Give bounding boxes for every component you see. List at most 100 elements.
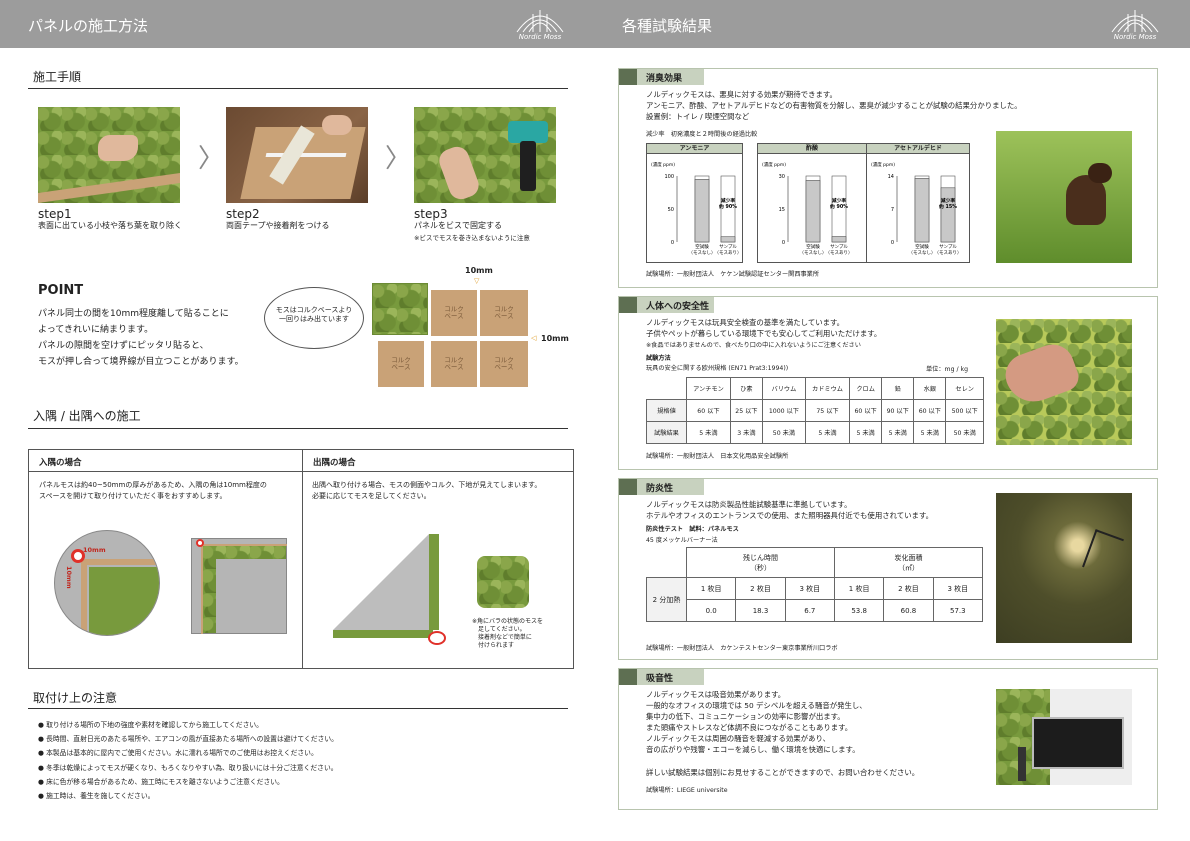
panel-tab-fire: 防炎性 xyxy=(619,479,704,495)
table-cell: 5 未満 xyxy=(849,421,883,444)
safety-text: ノルディックモスは玩具安全検査の基準を満たしています。 xyxy=(646,318,845,327)
chart-bar xyxy=(914,178,930,243)
step3-photo xyxy=(414,107,556,203)
col-header: クロム xyxy=(849,377,883,400)
sound-text: 集中力の低下、コミュニケーションの効率に影響が出ます。 xyxy=(646,712,845,721)
panel-tab-safety: 人体への安全性 xyxy=(619,297,714,313)
chart-tick-label: 7 xyxy=(891,207,894,213)
dim-label-h: 10mm xyxy=(83,546,106,554)
chart-category-label: （モスなし） xyxy=(800,249,827,256)
chart-category-label: サンプル xyxy=(830,244,848,250)
chart-tick-label: 0 xyxy=(671,240,674,246)
chart-ylabel: (濃度 ppm) xyxy=(651,161,675,168)
step1-photo xyxy=(38,107,180,203)
chart-bar xyxy=(694,178,710,243)
logo-text: Nordic Moss xyxy=(518,33,562,41)
speech-bubble: モスはコルクベースより 一回りはみ出ています xyxy=(264,287,364,349)
chevron-right-icon: 〉 xyxy=(198,144,225,174)
col-header: 炭化面積 （㎡） xyxy=(833,547,984,578)
table-cell: 90 以下 xyxy=(881,399,915,422)
deodor-text: ノルディックモスは、悪臭に対する効果が期待できます。 xyxy=(646,90,837,99)
cork-base: コルク ベース xyxy=(431,341,477,387)
table-cell: 5 未満 xyxy=(881,421,915,444)
caution-item: 床に色が移る場合があるため、施工時にモスを離さないようご注意ください。 xyxy=(38,775,338,789)
cork-base: コルク ベース xyxy=(431,290,477,336)
chart-bar xyxy=(831,236,847,243)
sound-text: ノルディックモスは吸音効果があります。 xyxy=(646,690,786,699)
table-cell: 60 以下 xyxy=(913,399,947,422)
dim-label-v: 10mm xyxy=(65,566,73,589)
col-header: 残じん時間 （秒） xyxy=(686,547,835,578)
point-line: パネル同士の間を10mm程度離して貼ることに xyxy=(38,309,229,319)
sub-header: 2 枚目 xyxy=(883,577,934,600)
outer-corner-note: ※角にバラの状態のモスを 足してください。 接着剤などで簡単に 付けられます xyxy=(472,618,544,650)
cork-base: コルク ベース xyxy=(480,341,528,387)
table-cell: 500 以下 xyxy=(945,399,984,422)
divider xyxy=(28,428,568,429)
fire-panel: 防炎性 ノルディックモスは防炎製品性能試験基準に準拠しています。 ホテルやオフィ… xyxy=(618,478,1158,660)
table-cell: 5 未満 xyxy=(686,421,731,444)
fire-test: 防炎性テスト 試料：パネルモス xyxy=(646,526,739,533)
table-cell: 0.0 xyxy=(685,599,737,622)
section-title-cautions: 取付け上の注意 xyxy=(33,691,118,705)
deodorizing-panel: 消臭効果 ノルディックモスは、悪臭に対する効果が期待できます。 アンモニア、酢酸… xyxy=(618,68,1158,288)
right-header: 各種試験結果 Nordic Moss xyxy=(595,0,1190,48)
sound-text: 音の広がりや残響・エコーを減らし、働く環境を快適にします。 xyxy=(646,745,860,754)
arrow-left-icon: ◁ xyxy=(531,334,537,342)
chart-svg: (濃度 ppm) 100 50 0 空試験（モスなし）サンプル（モスあり） 減少率約 90… xyxy=(651,161,742,256)
chart-tick-label: 30 xyxy=(779,174,785,180)
table-row: 試験結果 5 未満 3 未満 50 未満 5 未満 5 未満 5 未満 5 未満… xyxy=(646,421,984,444)
inner-corner-text: パネルモスは約40~50mmの厚みがあるため、入隅の角は10mm程度の スペース… xyxy=(39,481,267,501)
chart-category-label: サンプル xyxy=(939,244,957,250)
chart-category-label: （モスあり） xyxy=(826,250,853,256)
step3-desc: パネルをビスで固定する xyxy=(414,221,502,230)
gap-label-top: 10mm xyxy=(465,266,493,275)
divider xyxy=(28,708,568,709)
chart-category-label: 空試験 xyxy=(915,243,929,250)
step1-label: step1 xyxy=(38,207,72,221)
gap-label-right: 10mm xyxy=(541,334,569,343)
col-header: カドミウム xyxy=(804,377,851,400)
sub-header: 1 枚目 xyxy=(833,577,885,600)
chart-annotation: 減少率 xyxy=(941,197,956,204)
caution-item: 冬季は乾燥によってモスが硬くなり、もろくなりやすい為、取り扱いには十分ご注意くだ… xyxy=(38,761,338,775)
panel-tab-deodorizing: 消臭効果 xyxy=(619,69,704,85)
safety-panel: 人体への安全性 ノルディックモスは玩具安全検査の基準を満たしています。 子供やペ… xyxy=(618,296,1158,470)
sub-header: 3 枚目 xyxy=(784,577,835,600)
section-title-procedure: 施工手順 xyxy=(33,70,82,84)
safety-method-sub: 玩具の安全に関する欧州規格 (EN71 Prat3:1994)) xyxy=(646,365,789,372)
left-page: パネルの施工方法 Nordic Moss 施工手順 〉 〉 step1 表面に出… xyxy=(0,0,595,841)
step2-desc: 両面テープや接着剤をつける xyxy=(226,221,330,230)
table-cell: 53.8 xyxy=(833,599,885,622)
step1-desc: 表面に出ている小枝や落ち葉を取り除く xyxy=(38,221,182,230)
sound-text: 一般的なオフィスの環境では 50 デシベルを超える騒音が発生し、 xyxy=(646,701,867,710)
step3-label: step3 xyxy=(414,207,448,221)
fire-source: 試験場所：一般財団法人 カケンテストセンター東京事業所川口ラボ xyxy=(646,645,838,652)
row-label: 規格値 xyxy=(646,399,687,422)
caution-list: 取り付ける場所の下地の強度や素材を確認してから施工してください。 長時間、直射日… xyxy=(38,718,338,803)
chart-category-label: 空試験 xyxy=(695,243,709,250)
left-header-title: パネルの施工方法 xyxy=(28,17,149,35)
sub-header: 3 枚目 xyxy=(932,577,984,600)
chart-annotation: 約 15% xyxy=(939,203,957,210)
deodor-sub: 減少率 初発濃度と２時間後の経過比較 xyxy=(646,131,758,138)
inner-corner-head: 入隅の場合 xyxy=(29,450,302,472)
sound-contact: 詳しい試験結果は個別にお見せすることができますので、お問い合わせください。 xyxy=(646,768,920,777)
table-cell: 60.8 xyxy=(883,599,934,622)
outer-corner-text: 出隅へ取り付ける場合、モスの側面やコルク、下地が見えてしまいます。 必要に応じて… xyxy=(312,481,542,501)
logo-text: Nordic Moss xyxy=(1113,33,1157,41)
cork-base: コルク ベース xyxy=(378,341,424,387)
table-cell: 75 以下 xyxy=(804,399,851,422)
col-header: アンチモン xyxy=(686,377,731,400)
hand-on-moss-photo xyxy=(996,319,1132,445)
outer-corner-illustration xyxy=(333,534,446,645)
chart-annotation: 減少率 xyxy=(721,197,736,204)
col-header: ひ素 xyxy=(729,377,763,400)
chart-annotation: 約 90% xyxy=(830,203,848,210)
chart-title: アセトアルデヒド xyxy=(867,144,969,154)
chart-category-label: （モスなし） xyxy=(689,249,716,256)
chart-ammonia: アンモニア (濃度 ppm) 100 50 0 空試験 （モスなし） サンプル （モスあり） 減… xyxy=(646,143,743,263)
chart-tick-label: 15 xyxy=(779,207,785,213)
point-line: モスが押し合って境界線が目立つことがあります。 xyxy=(38,357,244,367)
chart-category-label: 空試験 xyxy=(806,243,820,250)
